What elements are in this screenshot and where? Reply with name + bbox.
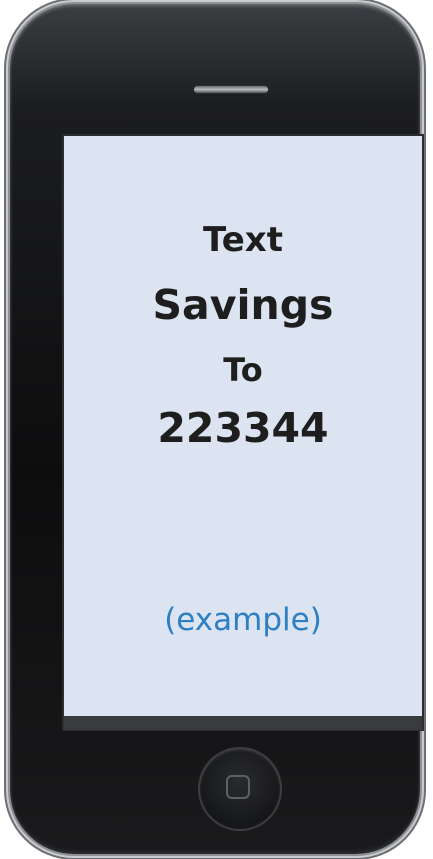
home-button-icon <box>226 775 250 799</box>
message-line-text: Text <box>203 220 283 260</box>
home-button[interactable] <box>200 749 280 829</box>
message-line-to: To <box>223 351 263 389</box>
example-label: (example) <box>164 602 322 638</box>
speaker-grille-icon <box>194 86 268 93</box>
message-line-shortcode: 223344 <box>157 404 329 452</box>
phone-body: Text Savings To 223344 (example) <box>10 4 424 854</box>
screen-bottom-strip <box>64 716 422 730</box>
phone-screen: Text Savings To 223344 (example) <box>64 136 422 716</box>
message-line-keyword: Savings <box>152 281 334 329</box>
